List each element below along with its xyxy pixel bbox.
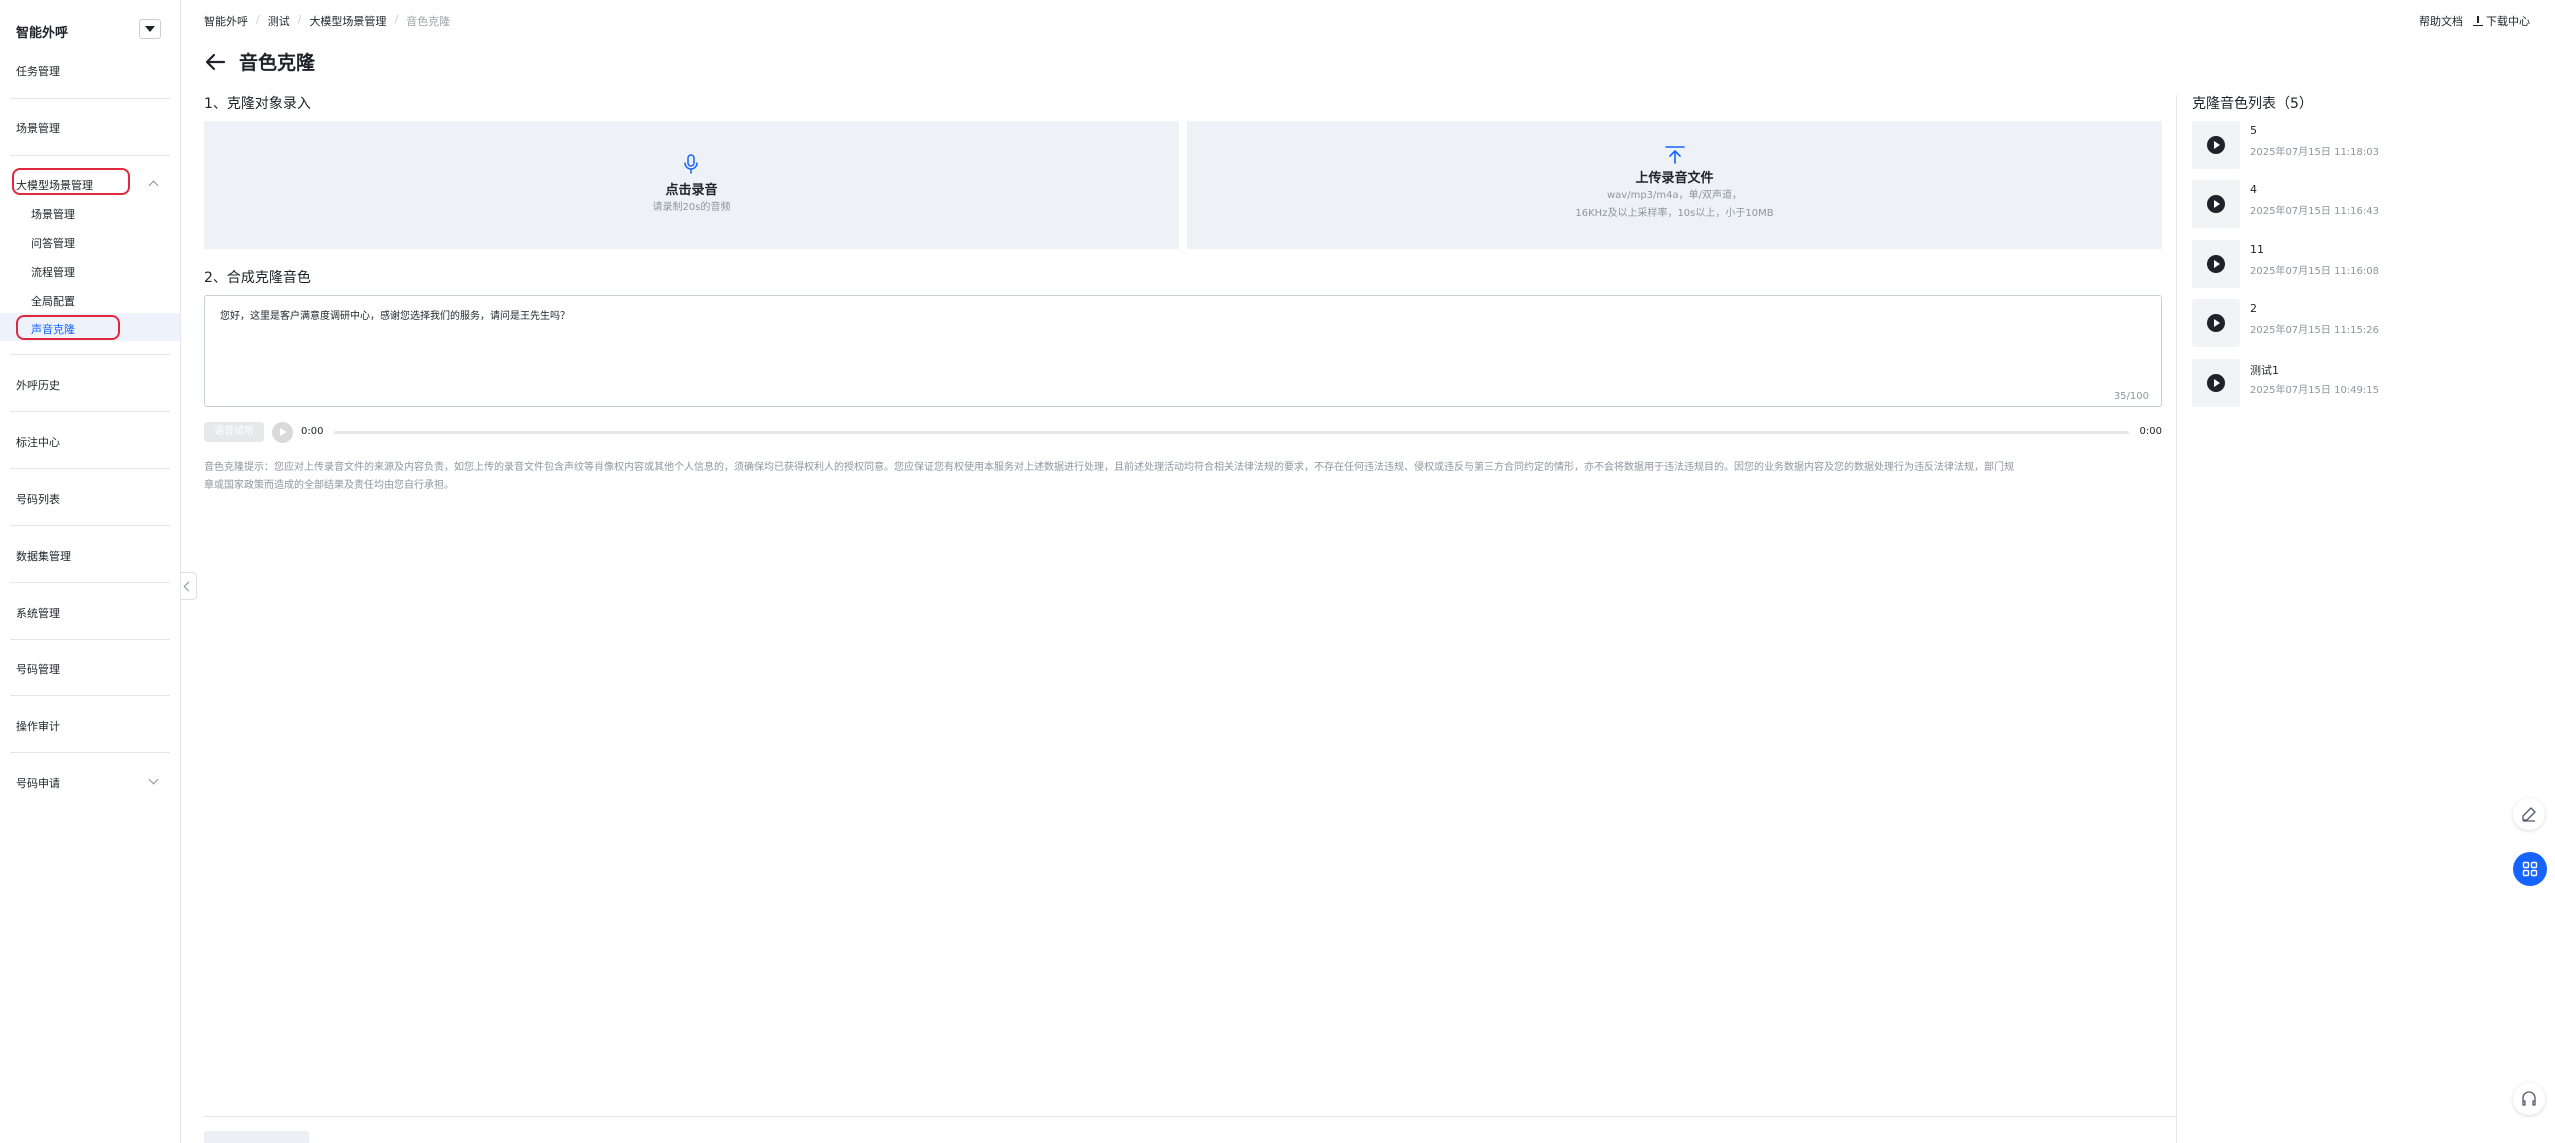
chevron-up-icon[interactable] xyxy=(148,180,159,191)
play-icon[interactable] xyxy=(2207,255,2225,273)
page-title: 音色克隆 xyxy=(239,52,316,74)
record-card[interactable]: 点击录音 请录制20s的音频 xyxy=(204,121,1179,249)
sidebar-item-annotation[interactable]: 标注中心 xyxy=(16,434,60,450)
divider xyxy=(10,411,170,412)
sidebar-item-sub-scene[interactable]: 场景管理 xyxy=(31,206,75,222)
edit-float-button[interactable] xyxy=(2513,798,2545,830)
voice-list-item[interactable]: 11 2025年07月15日 11:16:08 xyxy=(2192,240,2492,288)
divider xyxy=(10,752,170,753)
divider xyxy=(10,155,170,156)
progress-track[interactable] xyxy=(334,431,2129,434)
back-arrow-icon[interactable] xyxy=(204,51,226,73)
top-links: 帮助文档 下载中心 xyxy=(2419,13,2530,29)
apps-float-button[interactable] xyxy=(2513,852,2547,886)
download-center-link[interactable]: 下载中心 xyxy=(2473,13,2530,29)
microphone-icon xyxy=(684,154,698,174)
divider xyxy=(10,695,170,696)
current-time: 0:00 xyxy=(301,426,324,437)
audio-player: 语音试听 0:00 0:00 xyxy=(204,421,2162,443)
chevron-down-icon[interactable] xyxy=(148,774,159,785)
download-icon xyxy=(2473,16,2483,26)
voice-list-item[interactable]: 测试1 2025年07月15日 10:49:15 xyxy=(2192,359,2492,407)
caret-down-icon xyxy=(145,26,155,32)
upload-hint-format: wav/mp3/m4a，单/双声道， xyxy=(1606,190,1742,201)
voice-list-item[interactable]: 5 2025年07月15日 11:18:03 xyxy=(2192,121,2492,169)
sidebar-item-number-mgmt[interactable]: 号码管理 xyxy=(16,661,60,677)
play-icon[interactable] xyxy=(2207,195,2225,213)
breadcrumb: 智能外呼 / 测试 / 大模型场景管理 / 音色克隆 xyxy=(204,13,451,29)
brand-title: 智能外呼 xyxy=(16,26,69,41)
sidebar: 智能外呼 任务管理 场景管理 大模型场景管理 场景管理 问答管理 流程管理 全局… xyxy=(0,0,181,1143)
divider xyxy=(10,354,170,355)
sidebar-item-number-apply[interactable]: 号码申请 xyxy=(16,775,60,791)
char-count: 35/100 xyxy=(2113,391,2149,402)
sidebar-item-qa[interactable]: 问答管理 xyxy=(31,235,75,251)
play-icon[interactable] xyxy=(2207,374,2225,392)
divider xyxy=(10,525,170,526)
breadcrumb-item[interactable]: 智能外呼 xyxy=(204,13,248,29)
footer-button[interactable] xyxy=(204,1131,309,1143)
voice-list-title: 克隆音色列表（5） xyxy=(2192,96,2313,112)
breadcrumb-item[interactable]: 测试 xyxy=(268,13,290,29)
brand-dropdown-button[interactable] xyxy=(139,19,161,39)
clone-disclaimer: 音色克隆提示：您应对上传录音文件的来源及内容负责，如您上传的录音文件包含声纹等肖… xyxy=(204,462,2014,491)
sidebar-collapse-button[interactable] xyxy=(181,572,197,600)
sidebar-item-audit[interactable]: 操作审计 xyxy=(16,718,60,734)
divider xyxy=(204,1116,2176,1117)
synthesis-text-value: 您好，这里是客户满意度调研中心，感谢您选择我们的服务，请问是王先生吗？ xyxy=(220,311,570,322)
sidebar-item-numbers[interactable]: 号码列表 xyxy=(16,491,60,507)
divider xyxy=(10,639,170,640)
sidebar-item-flow[interactable]: 流程管理 xyxy=(31,264,75,280)
divider xyxy=(10,582,170,583)
sidebar-item-system[interactable]: 系统管理 xyxy=(16,605,60,621)
sidebar-item-dataset[interactable]: 数据集管理 xyxy=(16,548,71,564)
play-icon[interactable] xyxy=(272,422,293,443)
section-title-synthesis: 2、合成克隆音色 xyxy=(204,270,311,286)
divider xyxy=(2176,95,2177,1143)
synthesis-text-input[interactable]: 您好，这里是客户满意度调研中心，感谢您选择我们的服务，请问是王先生吗？ 35/1… xyxy=(204,295,2162,407)
upload-hint-spec: 16KHz及以上采样率，10s以上，小于10MB xyxy=(1575,208,1774,219)
sidebar-item-scene[interactable]: 场景管理 xyxy=(16,120,60,136)
breadcrumb-current: 音色克隆 xyxy=(406,15,451,28)
preview-button[interactable]: 语音试听 xyxy=(204,422,264,442)
sidebar-item-task[interactable]: 任务管理 xyxy=(16,63,60,79)
divider xyxy=(10,468,170,469)
highlight-box xyxy=(12,168,130,195)
section-title-input: 1、克隆对象录入 xyxy=(204,96,311,112)
sidebar-item-history[interactable]: 外呼历史 xyxy=(16,377,60,393)
play-icon[interactable] xyxy=(2207,136,2225,154)
headset-icon xyxy=(2522,1091,2536,1106)
voice-list-item[interactable]: 4 2025年07月15日 11:16:43 xyxy=(2192,180,2492,228)
customer-service-float-button[interactable] xyxy=(2513,1083,2545,1115)
upload-label: 上传录音文件 xyxy=(1635,171,1714,186)
record-label: 点击录音 xyxy=(665,183,718,198)
help-doc-link[interactable]: 帮助文档 xyxy=(2419,13,2463,29)
edit-icon xyxy=(2522,807,2536,822)
highlight-box xyxy=(16,315,120,340)
play-icon[interactable] xyxy=(2207,314,2225,332)
voice-list-item[interactable]: 2 2025年07月15日 11:15:26 xyxy=(2192,299,2492,347)
record-hint: 请录制20s的音频 xyxy=(652,202,731,213)
grid-icon xyxy=(2522,861,2538,877)
total-time: 0:00 xyxy=(2139,426,2162,437)
divider xyxy=(10,98,170,99)
sidebar-item-global[interactable]: 全局配置 xyxy=(31,293,75,309)
breadcrumb-item[interactable]: 大模型场景管理 xyxy=(309,13,386,29)
upload-card[interactable]: 上传录音文件 wav/mp3/m4a，单/双声道， 16KHz及以上采样率，10… xyxy=(1187,121,2162,249)
upload-icon xyxy=(1665,146,1685,164)
